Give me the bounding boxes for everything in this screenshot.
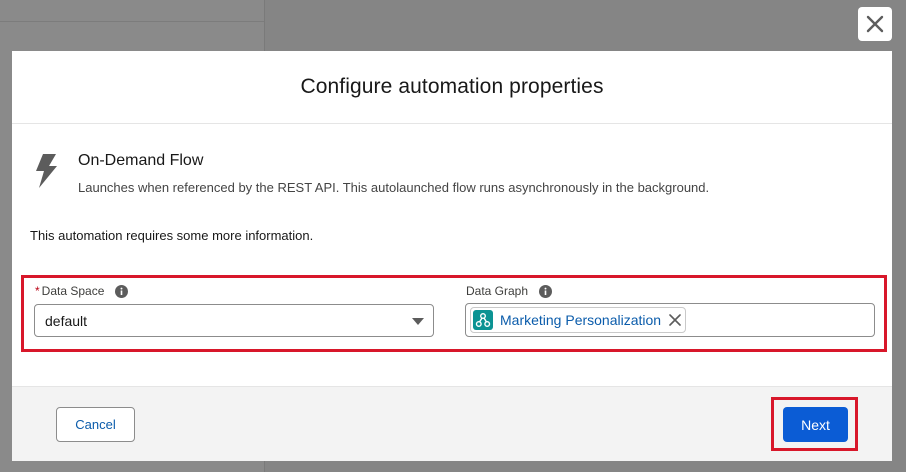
remove-pill-icon[interactable] [669, 314, 681, 326]
chevron-down-icon [412, 318, 424, 325]
close-icon [866, 15, 884, 33]
data-space-select[interactable]: default [34, 304, 434, 337]
data-graph-label-text: Data Graph [466, 284, 529, 298]
flow-description: Launches when referenced by the REST API… [78, 180, 710, 195]
configure-automation-modal: Configure automation properties On-Deman… [12, 51, 892, 461]
modal-header: Configure automation properties [12, 51, 892, 124]
data-space-value: default [45, 312, 88, 329]
selected-data-graph-pill[interactable]: Marketing Personalization [470, 307, 687, 333]
next-button[interactable]: Next [783, 407, 848, 442]
lightning-bolt-icon [36, 154, 57, 188]
info-icon[interactable] [115, 284, 129, 298]
info-message: This automation requires some more infor… [30, 228, 314, 243]
data-graph-icon [473, 310, 493, 330]
data-space-label-text: Data Space [41, 284, 105, 298]
background-divider [0, 21, 264, 22]
info-icon[interactable] [539, 284, 553, 298]
cancel-button[interactable]: Cancel [56, 407, 135, 442]
modal-title: Configure automation properties [300, 75, 604, 98]
data-space-label: * Data Space [35, 284, 129, 298]
data-graph-lookup[interactable]: Marketing Personalization [465, 303, 875, 337]
modal-footer: Cancel Next [12, 386, 892, 461]
data-graph-label: Data Graph [466, 284, 553, 298]
required-marker: * [35, 284, 40, 298]
close-modal-button[interactable] [858, 7, 892, 41]
flow-name: On-Demand Flow [78, 152, 204, 169]
data-graph-pill-label: Marketing Personalization [500, 312, 662, 328]
